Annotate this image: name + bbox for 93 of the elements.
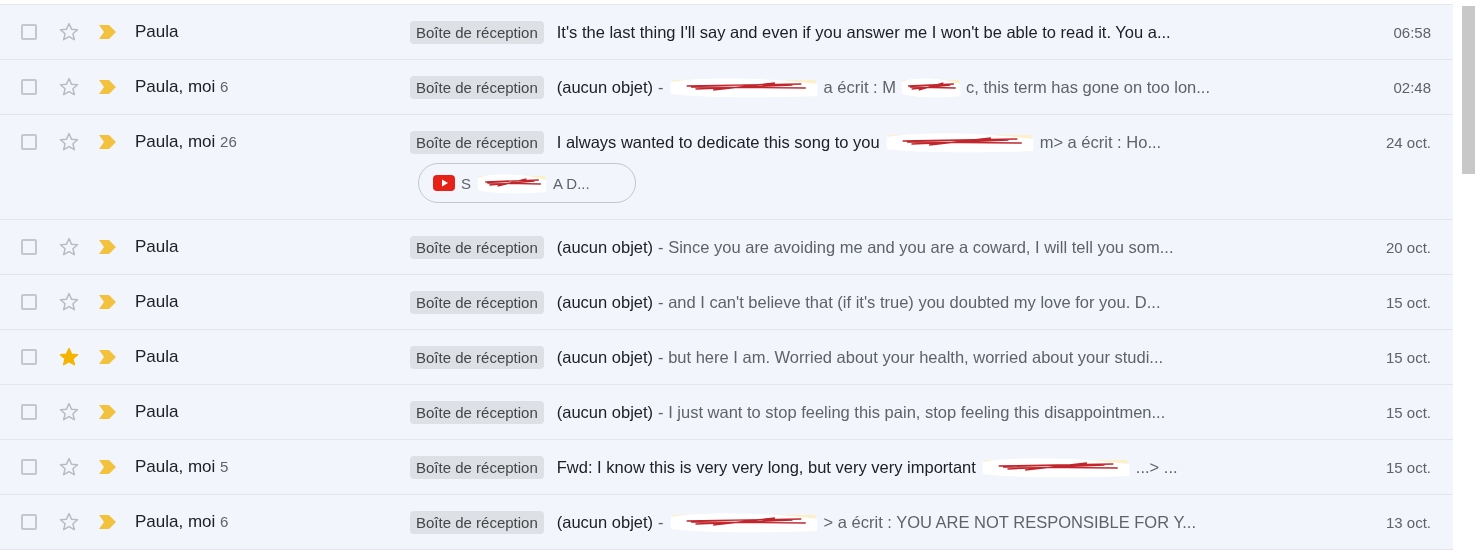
date-text: 02:48 <box>1392 78 1432 96</box>
email-row[interactable]: Paula Boîte de réception (aucun objet) - and I can't believe that (if it's true) you doubted my love for you. D... 15 oct. <box>0 275 1453 330</box>
inbox-label[interactable]: Boîte de réception <box>410 130 544 154</box>
star-icon[interactable] <box>58 511 80 533</box>
inbox-label[interactable]: Boîte de réception <box>410 20 544 44</box>
star-icon[interactable] <box>58 291 80 313</box>
snippet-text: m> a écrit : Ho... <box>1039 132 1162 152</box>
snippet-text: c, this term has gone on too lon... <box>966 77 1210 97</box>
importance-marker-icon[interactable] <box>99 515 116 529</box>
email-row[interactable]: Paula Boîte de réception It's the last thing I'll say and even if you answer me I won't be able to read it. You a... 06:58 <box>0 5 1453 60</box>
sender-name: Paula <box>135 237 179 256</box>
date-text: 15 oct. <box>1384 348 1432 366</box>
snippet-text: - but here I am. Worried about your health, worried about your studi... <box>658 347 1164 367</box>
snippet-text: - and I can't believe that (if it's true) you doubted my love for you. D... <box>658 292 1161 312</box>
snippet-text: A D... <box>553 174 590 192</box>
sender-name: Paula, moi <box>135 77 216 96</box>
checkbox[interactable] <box>21 349 37 365</box>
sender-name: Paula <box>135 347 179 366</box>
star-icon[interactable] <box>58 456 80 478</box>
date-text: 24 oct. <box>1384 133 1432 151</box>
star-icon[interactable] <box>58 401 80 423</box>
subject-text: (aucun objet) <box>556 347 654 367</box>
email-row[interactable]: Paula, moi 26 Boîte de réception I always wanted to dedicate this song to you m> a écrit : Ho... 24 oct. S A D... <box>0 115 1453 220</box>
subject-text: (aucun objet) <box>556 237 654 257</box>
checkbox[interactable] <box>21 294 37 310</box>
inbox-label[interactable]: Boîte de réception <box>410 455 544 479</box>
importance-marker-icon[interactable] <box>99 80 116 94</box>
email-row[interactable]: Paula, moi 6 Boîte de réception (aucun objet) - a écrit : M c, this term has gone on too lon... 02:48 <box>0 60 1453 115</box>
subject-text: (aucun objet) <box>556 292 654 312</box>
subject-text: (aucun objet) <box>556 77 654 97</box>
thread-count: 26 <box>220 133 237 150</box>
redaction-scribble <box>477 172 547 194</box>
subject-text: Fwd: I know this is very very long, but very very important <box>556 457 976 477</box>
email-row[interactable]: Paula Boîte de réception (aucun objet) - I just want to stop feeling this pain, stop feeling this disappointmen... 15 oct. <box>0 385 1453 440</box>
checkbox[interactable] <box>21 514 37 530</box>
snippet-text: S <box>461 174 471 192</box>
thread-count: 6 <box>220 513 229 530</box>
checkbox[interactable] <box>21 24 37 40</box>
subject-text: It's the last thing I'll say and even if you answer me I won't be able to read it. You a... <box>556 22 1171 42</box>
importance-marker-icon[interactable] <box>99 25 116 39</box>
video-play-icon <box>433 175 455 191</box>
date-text: 06:58 <box>1392 23 1432 41</box>
email-row[interactable]: Paula Boîte de réception (aucun objet) - Since you are avoiding me and you are a coward, I will tell you som... 20 oct. <box>0 220 1453 275</box>
sender-name: Paula, moi <box>135 132 216 151</box>
star-icon[interactable] <box>58 21 80 43</box>
date-text: 20 oct. <box>1384 238 1432 256</box>
redaction-scribble <box>901 76 961 98</box>
importance-marker-icon[interactable] <box>99 295 116 309</box>
checkbox[interactable] <box>21 459 37 475</box>
thread-count: 6 <box>220 78 229 95</box>
checkbox[interactable] <box>21 134 37 150</box>
inbox-label[interactable]: Boîte de réception <box>410 290 544 314</box>
sender-name: Paula <box>135 402 179 421</box>
date-text: 15 oct. <box>1384 458 1432 476</box>
thread-count: 5 <box>220 458 229 475</box>
importance-marker-icon[interactable] <box>99 405 116 419</box>
star-icon[interactable] <box>58 236 80 258</box>
email-row[interactable]: Paula Boîte de réception (aucun objet) - but here I am. Worried about your health, worried about your studi... 15 oct. <box>0 330 1453 385</box>
sender-name: Paula, moi <box>135 512 216 531</box>
checkbox[interactable] <box>21 404 37 420</box>
checkbox[interactable] <box>21 79 37 95</box>
snippet-text: a écrit : M <box>823 77 896 97</box>
inbox-label[interactable]: Boîte de réception <box>410 510 544 534</box>
importance-marker-icon[interactable] <box>99 240 116 254</box>
checkbox[interactable] <box>21 239 37 255</box>
snippet-text: - I just want to stop feeling this pain, stop feeling this disappointmen... <box>658 402 1166 422</box>
date-text: 15 oct. <box>1384 293 1432 311</box>
subject-text: (aucun objet) <box>556 402 654 422</box>
inbox-label[interactable]: Boîte de réception <box>410 400 544 424</box>
inbox-label[interactable]: Boîte de réception <box>410 75 544 99</box>
date-text: 13 oct. <box>1384 513 1432 531</box>
star-icon[interactable] <box>58 131 80 153</box>
star-icon[interactable] <box>58 76 80 98</box>
email-row[interactable]: Paula, moi 6 Boîte de réception (aucun objet) - > a écrit : YOU ARE NOT RESPONSIBLE FOR Y... 13 oct. <box>0 495 1453 550</box>
subject-text: I always wanted to dedicate this song to you <box>556 132 880 152</box>
inbox-label[interactable]: Boîte de réception <box>410 345 544 369</box>
snippet-text: - Since you are avoiding me and you are a coward, I will tell you som... <box>658 237 1174 257</box>
email-row[interactable]: Paula, moi 5 Boîte de réception Fwd: I know this is very very long, but very very important ...> ... 15 oct. <box>0 440 1453 495</box>
date-text: 15 oct. <box>1384 403 1432 421</box>
snippet-text: > a écrit : YOU ARE NOT RESPONSIBLE FOR Y... <box>823 512 1197 532</box>
importance-marker-icon[interactable] <box>99 460 116 474</box>
sender-name: Paula <box>135 292 179 311</box>
snippet-text: - <box>658 512 664 532</box>
scrollbar-thumb[interactable] <box>1462 6 1475 174</box>
subject-text: (aucun objet) <box>556 512 654 532</box>
sender-name: Paula <box>135 22 179 41</box>
snippet-text: ...> ... <box>1135 457 1178 477</box>
star-icon[interactable] <box>58 346 80 368</box>
importance-marker-icon[interactable] <box>99 350 116 364</box>
snippet-text: - <box>658 77 664 97</box>
sender-name: Paula, moi <box>135 457 216 476</box>
importance-marker-icon[interactable] <box>99 135 116 149</box>
inbox-label[interactable]: Boîte de réception <box>410 235 544 259</box>
